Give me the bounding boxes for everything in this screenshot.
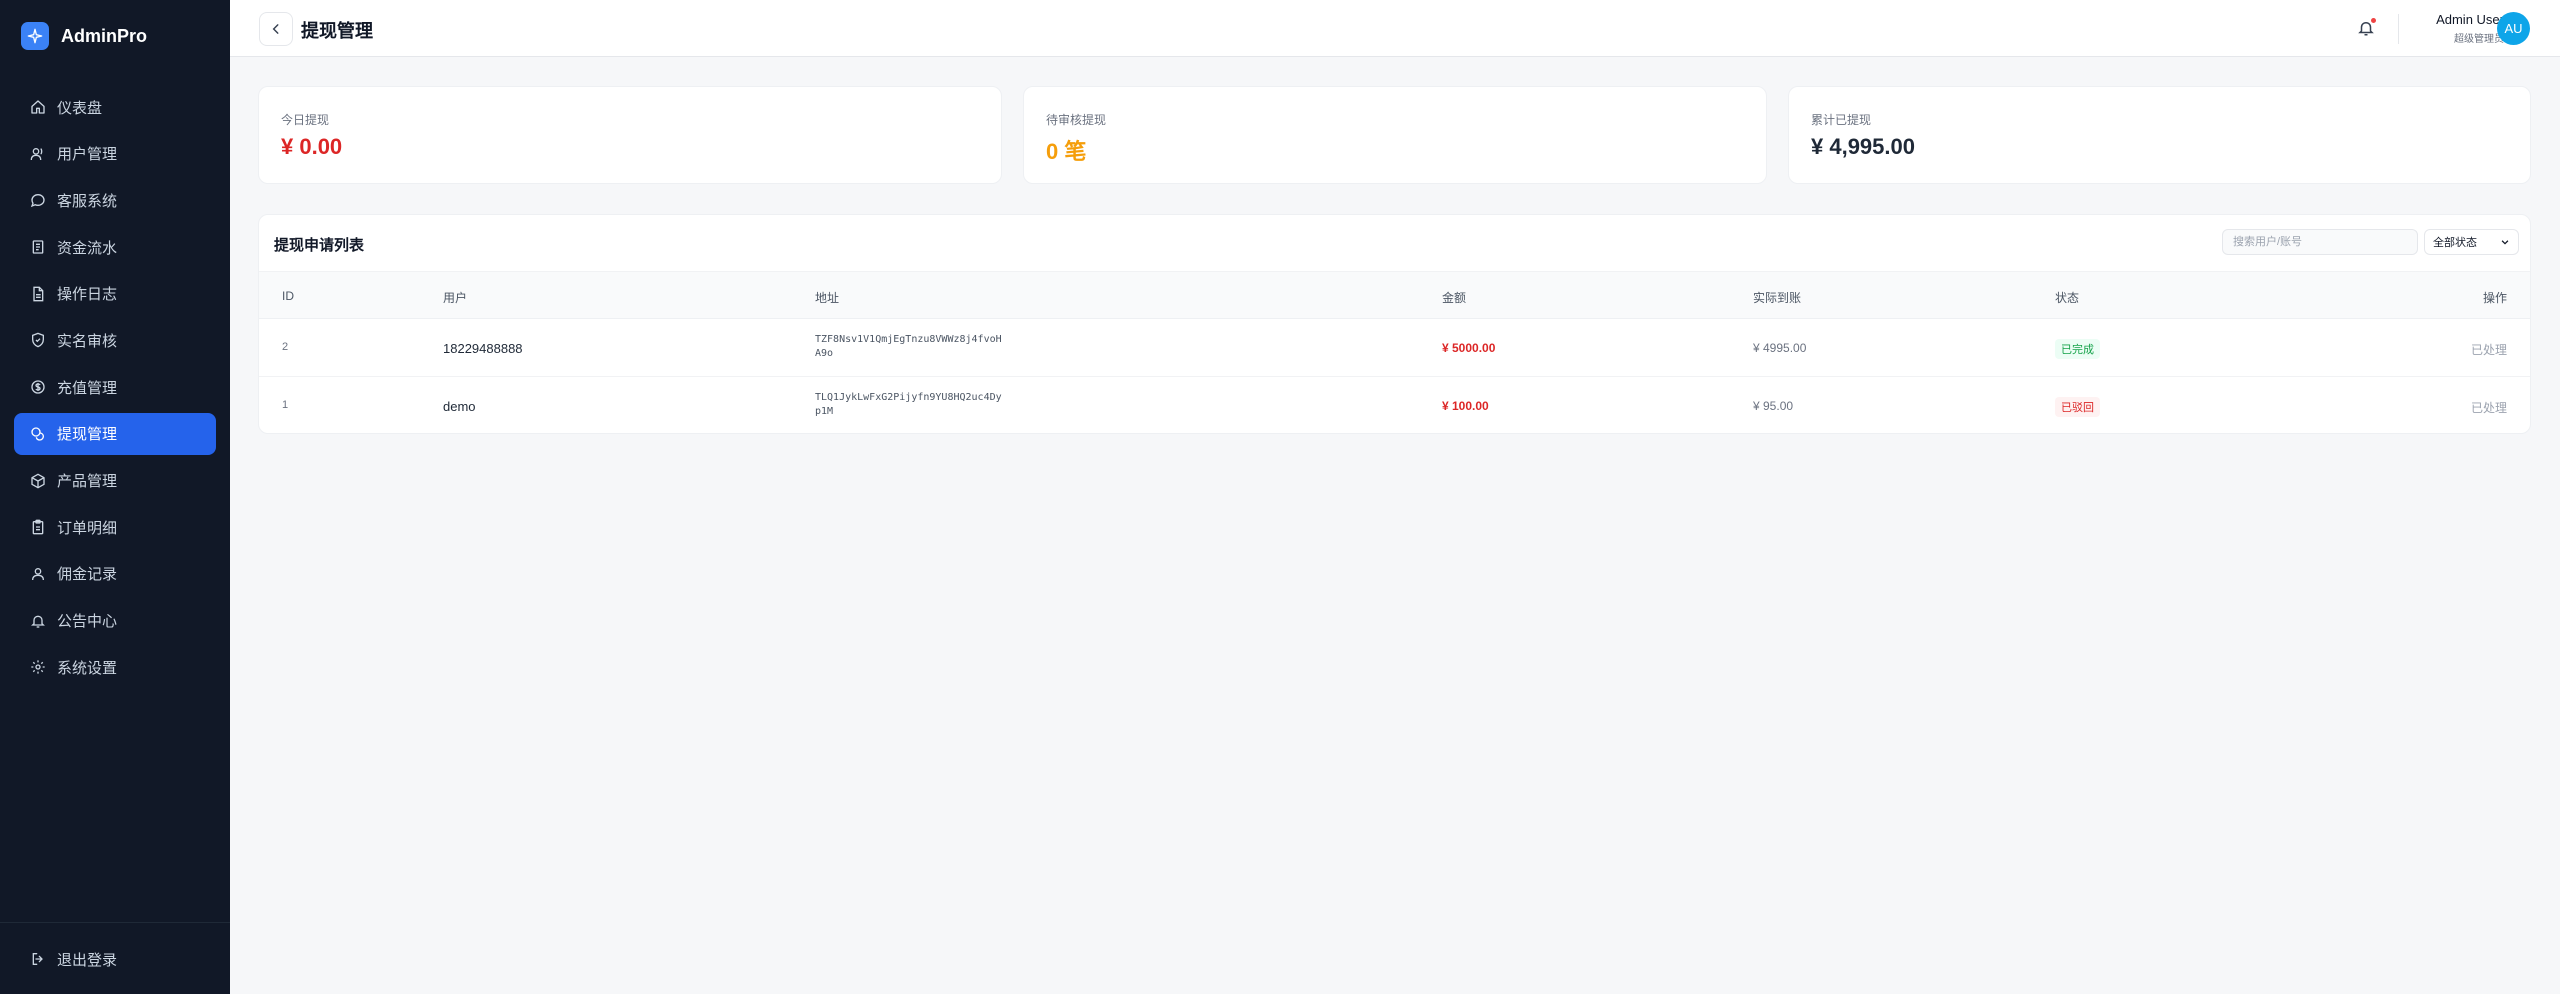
sidebar-item-label: 订单明细 <box>57 519 118 537</box>
gear-icon <box>29 658 47 676</box>
stat-card-today: 今日提现 ¥ 0.00 <box>258 86 1002 184</box>
column-header-id: ID <box>282 289 294 303</box>
shield-icon <box>29 331 47 349</box>
sidebar-item-label: 公告中心 <box>57 613 118 631</box>
cell-received: ¥ 95.00 <box>1753 399 1794 413</box>
cell-user: 18229488888 <box>443 341 523 356</box>
sidebar-item-label: 资金流水 <box>57 239 118 257</box>
user-info[interactable]: Admin User 超级管理员 <box>2414 12 2504 45</box>
sidebar-item-logs[interactable]: 操作日志 <box>14 273 216 315</box>
status-filter-select[interactable]: 全部状态 <box>2424 229 2519 255</box>
avatar[interactable]: AU <box>2497 12 2530 45</box>
table-row[interactable]: 2 18229488888 TZF8Nsv1V1QmjEgTnzu8VWWz8j… <box>259 319 2530 377</box>
ledger-icon <box>29 238 47 256</box>
dollar-icon <box>29 378 47 396</box>
users-icon <box>29 145 47 163</box>
people-icon <box>29 565 47 583</box>
sidebar-item-orders[interactable]: 订单明细 <box>14 506 216 548</box>
top-header: 提现管理 Admin User 超级管理员 AU <box>230 0 2560 57</box>
chevron-left-icon <box>272 24 279 34</box>
search-input[interactable] <box>2222 229 2418 255</box>
clipboard-icon <box>29 518 47 536</box>
cell-action: 已处理 <box>2470 343 2507 357</box>
logout-button[interactable]: 退出登录 <box>14 938 216 980</box>
sidebar-item-commission[interactable]: 佣金记录 <box>14 553 216 595</box>
sidebar-item-withdrawals[interactable]: 提现管理 <box>14 412 216 455</box>
column-header-amount: 金额 <box>1442 291 1467 305</box>
logout-icon <box>29 950 47 968</box>
sidebar-item-recharge[interactable]: 充值管理 <box>14 366 216 408</box>
cell-id: 1 <box>282 399 289 411</box>
header-divider <box>2398 14 2399 44</box>
notification-dot <box>2371 18 2376 23</box>
sidebar-item-label: 佣金记录 <box>57 566 118 584</box>
column-header-status: 状态 <box>2055 291 2080 305</box>
stat-value: ¥ 4,995.00 <box>1811 134 1915 159</box>
sidebar-item-label: 仪表盘 <box>57 99 103 117</box>
sidebar-item-products[interactable]: 产品管理 <box>14 460 216 502</box>
stat-label: 待审核提现 <box>1046 113 1107 127</box>
sidebar-item-label: 充值管理 <box>57 379 118 397</box>
column-header-user: 用户 <box>443 291 468 305</box>
sidebar-item-label: 客服系统 <box>57 192 118 210</box>
logout-label: 退出登录 <box>57 951 118 969</box>
status-badge: 已完成 <box>2055 339 2100 359</box>
sidebar-item-label: 用户管理 <box>57 146 118 164</box>
cell-received: ¥ 4995.00 <box>1753 341 1807 355</box>
chat-icon <box>29 191 47 209</box>
cell-action: 已处理 <box>2470 401 2507 415</box>
cell-user: demo <box>443 399 476 414</box>
sidebar-item-label: 系统设置 <box>57 659 118 677</box>
panel-title: 提现申请列表 <box>274 237 365 254</box>
column-header-address: 地址 <box>815 291 840 305</box>
column-header-action: 操作 <box>2482 291 2507 305</box>
cell-address: TZF8Nsv1V1QmjEgTnzu8VWWz8j4fvoHA9o <box>815 334 1002 359</box>
sidebar-item-funds[interactable]: 资金流水 <box>14 226 216 268</box>
status-filter-value: 全部状态 <box>2433 237 2477 249</box>
stat-card-total: 累计已提现 ¥ 4,995.00 <box>1788 86 2531 184</box>
brand[interactable]: AdminPro <box>21 22 147 50</box>
logo-icon <box>21 22 49 50</box>
cell-amount: ¥ 100.00 <box>1442 399 1489 413</box>
sidebar-item-support[interactable]: 客服系统 <box>14 179 216 221</box>
user-name: Admin User <box>2436 12 2504 27</box>
bell-icon <box>29 612 47 630</box>
stat-label: 今日提现 <box>281 113 330 127</box>
notifications-button[interactable] <box>2354 16 2378 40</box>
file-icon <box>29 285 47 303</box>
chevron-down-icon <box>2501 240 2509 245</box>
box-icon <box>29 472 47 490</box>
sidebar-item-users[interactable]: 用户管理 <box>14 133 216 175</box>
sidebar-item-label: 提现管理 <box>57 426 118 444</box>
back-button[interactable] <box>259 12 293 46</box>
table-row[interactable]: 1 demo TLQ1JykLwFxG2Pijyfn9YU8HQ2uc4Dyp1… <box>259 377 2530 433</box>
stat-value: 0 笔 <box>1046 139 1087 164</box>
cell-amount: ¥ 5000.00 <box>1442 341 1496 355</box>
sidebar-item-label: 实名审核 <box>57 332 118 350</box>
status-badge: 已驳回 <box>2055 397 2100 417</box>
sidebar: AdminPro 仪表盘 用户管理 客服系统 资金流水 操作日志 实名审核 充值… <box>0 0 230 994</box>
page-title: 提现管理 <box>301 21 373 41</box>
cell-address: TLQ1JykLwFxG2Pijyfn9YU8HQ2uc4Dyp1M <box>815 392 1002 417</box>
withdrawals-panel: 提现申请列表 全部状态 ID 用户 地址 金额 实际到账 状态 操作 2 182… <box>258 214 2531 434</box>
sidebar-item-announcements[interactable]: 公告中心 <box>14 600 216 642</box>
brand-name: AdminPro <box>61 25 148 46</box>
cell-id: 2 <box>282 341 289 353</box>
sidebar-item-label: 操作日志 <box>57 286 118 304</box>
sidebar-item-kyc[interactable]: 实名审核 <box>14 319 216 361</box>
column-header-received: 实际到账 <box>1753 291 1802 305</box>
sidebar-item-settings[interactable]: 系统设置 <box>14 646 216 688</box>
coins-icon <box>29 425 47 443</box>
sidebar-item-dashboard[interactable]: 仪表盘 <box>14 86 216 128</box>
sidebar-divider <box>0 922 230 923</box>
home-icon <box>29 98 47 116</box>
table-header: ID 用户 地址 金额 实际到账 状态 操作 <box>259 271 2530 319</box>
user-role: 超级管理员 <box>2454 34 2504 45</box>
sidebar-item-label: 产品管理 <box>57 473 118 490</box>
sidebar-nav: 仪表盘 用户管理 客服系统 资金流水 操作日志 实名审核 充值管理 提现管理 产… <box>14 86 216 693</box>
stat-label: 累计已提现 <box>1811 113 1872 127</box>
stat-value: ¥ 0.00 <box>281 134 343 159</box>
stat-card-pending: 待审核提现 0 笔 <box>1023 86 1767 184</box>
